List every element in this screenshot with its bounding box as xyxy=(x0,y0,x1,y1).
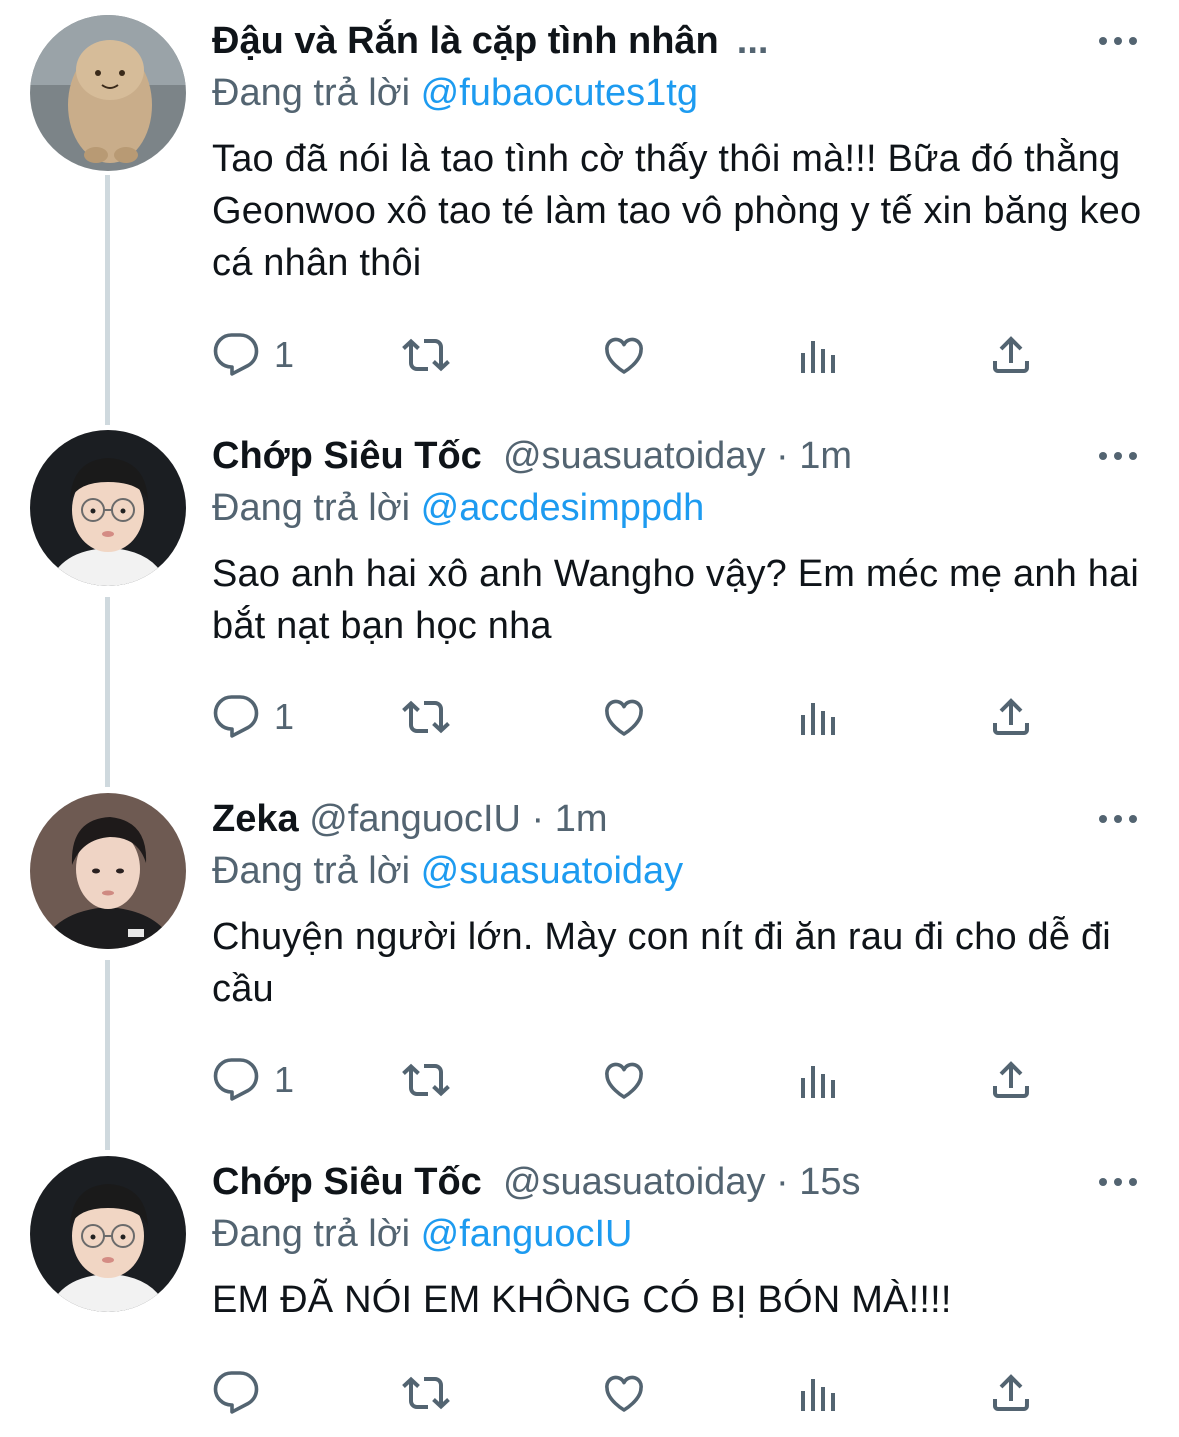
replying-to-label: Đang trả lời xyxy=(212,487,411,529)
tweet[interactable]: Chớp Siêu Tốc @suasuatoiday · 1m Đang tr… xyxy=(0,430,1179,750)
retweet-icon xyxy=(402,1376,450,1410)
heart-icon xyxy=(605,1375,643,1412)
retweet-button[interactable] xyxy=(402,1055,450,1105)
tweet-text: Tao đã nói là tao tình cờ thấy thôi mà!!… xyxy=(212,138,1142,284)
retweet-icon xyxy=(402,700,450,734)
avatar[interactable] xyxy=(30,15,186,171)
retweet-button[interactable] xyxy=(402,692,450,742)
retweet-icon xyxy=(402,1063,450,1097)
reply-icon xyxy=(213,333,259,376)
action-bar xyxy=(212,1368,1072,1418)
heart-icon xyxy=(605,337,643,374)
more-options-icon[interactable] xyxy=(1099,1156,1137,1208)
avatar[interactable] xyxy=(30,1156,186,1312)
tweet[interactable]: Đậu và Rắn là cặp tình nhân... Đang trả … xyxy=(0,15,1179,395)
tweet[interactable]: Chớp Siêu Tốc @suasuatoiday · 15s Đang t… xyxy=(0,1156,1179,1426)
replying-to-label: Đang trả lời xyxy=(212,850,411,892)
reply-icon xyxy=(213,695,259,738)
replying-to-label: Đang trả lời xyxy=(212,1213,411,1255)
analytics-icon xyxy=(801,341,835,373)
reply-button[interactable] xyxy=(212,1368,274,1418)
heart-icon xyxy=(605,1062,643,1099)
like-button[interactable] xyxy=(600,330,648,380)
like-button[interactable] xyxy=(600,692,648,742)
share-icon xyxy=(993,698,1029,735)
share-button[interactable] xyxy=(987,1368,1035,1418)
analytics-button[interactable] xyxy=(795,1055,843,1105)
analytics-icon xyxy=(801,1066,835,1098)
tweet-header: Đậu và Rắn là cặp tình nhân... xyxy=(212,15,1149,67)
reply-button[interactable]: 1 xyxy=(212,1055,294,1105)
username[interactable]: @suasuatoiday xyxy=(503,435,766,477)
action-bar: 1 xyxy=(212,692,1072,742)
timestamp[interactable]: 1m xyxy=(799,435,852,477)
action-bar: 1 xyxy=(212,1055,1072,1105)
display-name[interactable]: Zeka xyxy=(212,798,299,840)
retweet-button[interactable] xyxy=(402,330,450,380)
reply-button[interactable]: 1 xyxy=(212,330,294,380)
reply-icon xyxy=(213,1371,259,1414)
retweet-button[interactable] xyxy=(402,1368,450,1418)
tweet-header: Zeka @fanguocIU · 1m xyxy=(212,798,608,840)
display-name[interactable]: Chớp Siêu Tốc xyxy=(212,1161,482,1203)
replying-to: Đang trả lời @accdesimppdh xyxy=(212,482,704,534)
share-icon xyxy=(993,336,1029,373)
username[interactable]: @fanguocIU xyxy=(309,798,521,840)
reply-mention-link[interactable]: @fubaocutes1tg xyxy=(421,72,698,114)
analytics-button[interactable] xyxy=(795,330,843,380)
replying-to-label: Đang trả lời xyxy=(212,72,411,114)
reply-mention-link[interactable]: @suasuatoiday xyxy=(421,850,684,892)
more-options-icon[interactable] xyxy=(1099,15,1137,67)
avatar[interactable] xyxy=(30,430,186,586)
retweet-icon xyxy=(402,338,450,372)
tweet-text: Chuyện người lớn. Mày con nít đi ăn rau … xyxy=(212,916,1111,1010)
reply-count: 1 xyxy=(274,1059,295,1100)
reply-button[interactable]: 1 xyxy=(212,692,294,742)
avatar[interactable] xyxy=(30,793,186,949)
analytics-button[interactable] xyxy=(795,1368,843,1418)
tweet-text: Sao anh hai xô anh Wangho vậy? Em méc mẹ… xyxy=(212,553,1140,647)
replying-to: Đang trả lời @fubaocutes1tg xyxy=(212,67,698,119)
more-options-icon[interactable] xyxy=(1099,793,1137,845)
analytics-icon xyxy=(801,1379,835,1411)
tweet-header: Chớp Siêu Tốc @suasuatoiday · 1m xyxy=(212,435,853,477)
reply-mention-link[interactable]: @accdesimppdh xyxy=(421,487,705,529)
username[interactable]: @suasuatoiday xyxy=(503,1161,766,1203)
display-name[interactable]: Đậu và Rắn là cặp tình nhân xyxy=(212,20,719,62)
timestamp[interactable]: 1m xyxy=(555,798,608,840)
share-button[interactable] xyxy=(987,330,1035,380)
share-icon xyxy=(993,1374,1029,1411)
action-bar: 1 xyxy=(212,330,1072,380)
timestamp[interactable]: 15s xyxy=(799,1161,860,1203)
name-truncation: ... xyxy=(736,20,769,62)
analytics-button[interactable] xyxy=(795,692,843,742)
share-icon xyxy=(993,1061,1029,1098)
reply-mention-link[interactable]: @fanguocIU xyxy=(421,1213,633,1255)
tweet[interactable]: Zeka @fanguocIU · 1m Đang trả lời @suasu… xyxy=(0,793,1179,1113)
replying-to: Đang trả lời @suasuatoiday xyxy=(212,845,683,897)
more-options-icon[interactable] xyxy=(1099,430,1137,482)
replying-to: Đang trả lời @fanguocIU xyxy=(212,1208,632,1260)
tweet-header: Chớp Siêu Tốc @suasuatoiday · 15s xyxy=(212,1161,861,1203)
reply-count: 1 xyxy=(274,334,295,375)
display-name[interactable]: Chớp Siêu Tốc xyxy=(212,435,482,477)
analytics-icon xyxy=(801,703,835,735)
tweet-text: EM ĐÃ NÓI EM KHÔNG CÓ BỊ BÓN MÀ!!!! xyxy=(212,1279,952,1321)
share-button[interactable] xyxy=(987,692,1035,742)
share-button[interactable] xyxy=(987,1055,1035,1105)
reply-count: 1 xyxy=(274,696,295,737)
heart-icon xyxy=(605,699,643,736)
reply-icon xyxy=(213,1058,259,1101)
like-button[interactable] xyxy=(600,1368,648,1418)
like-button[interactable] xyxy=(600,1055,648,1105)
